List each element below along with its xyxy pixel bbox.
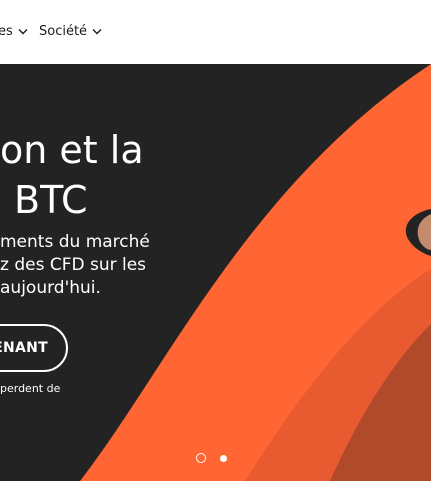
hero-banner: on et la BTC ments du marché z des CFD s… <box>0 64 431 481</box>
hero-headline-line-1: on et la <box>0 128 144 172</box>
hero-description-line-3: aujourd'hui. <box>0 278 101 298</box>
hero-description-line-2: z des CFD sur les <box>0 255 147 275</box>
hero-headline-line-2: BTC <box>14 178 88 222</box>
nav-menu-item-label: Société <box>39 23 88 39</box>
top-navigation: es Société <box>0 0 431 64</box>
cta-button[interactable]: ENANT <box>0 324 68 372</box>
chevron-down-icon <box>18 28 28 34</box>
hero-description-line-1: ments du marché <box>0 232 150 252</box>
risk-warning-text: perdent de <box>0 382 61 395</box>
nav-menu-item-label: es <box>0 23 13 39</box>
nav-menu-item-1[interactable]: es <box>0 22 28 40</box>
carousel-dot-1[interactable] <box>196 453 206 463</box>
cta-button-label: ENANT <box>0 340 48 356</box>
chevron-down-icon <box>92 28 102 34</box>
carousel-dot-2-active[interactable] <box>220 454 227 462</box>
carousel-pagination <box>196 453 227 463</box>
nav-menu-item-societe[interactable]: Société <box>39 22 102 40</box>
